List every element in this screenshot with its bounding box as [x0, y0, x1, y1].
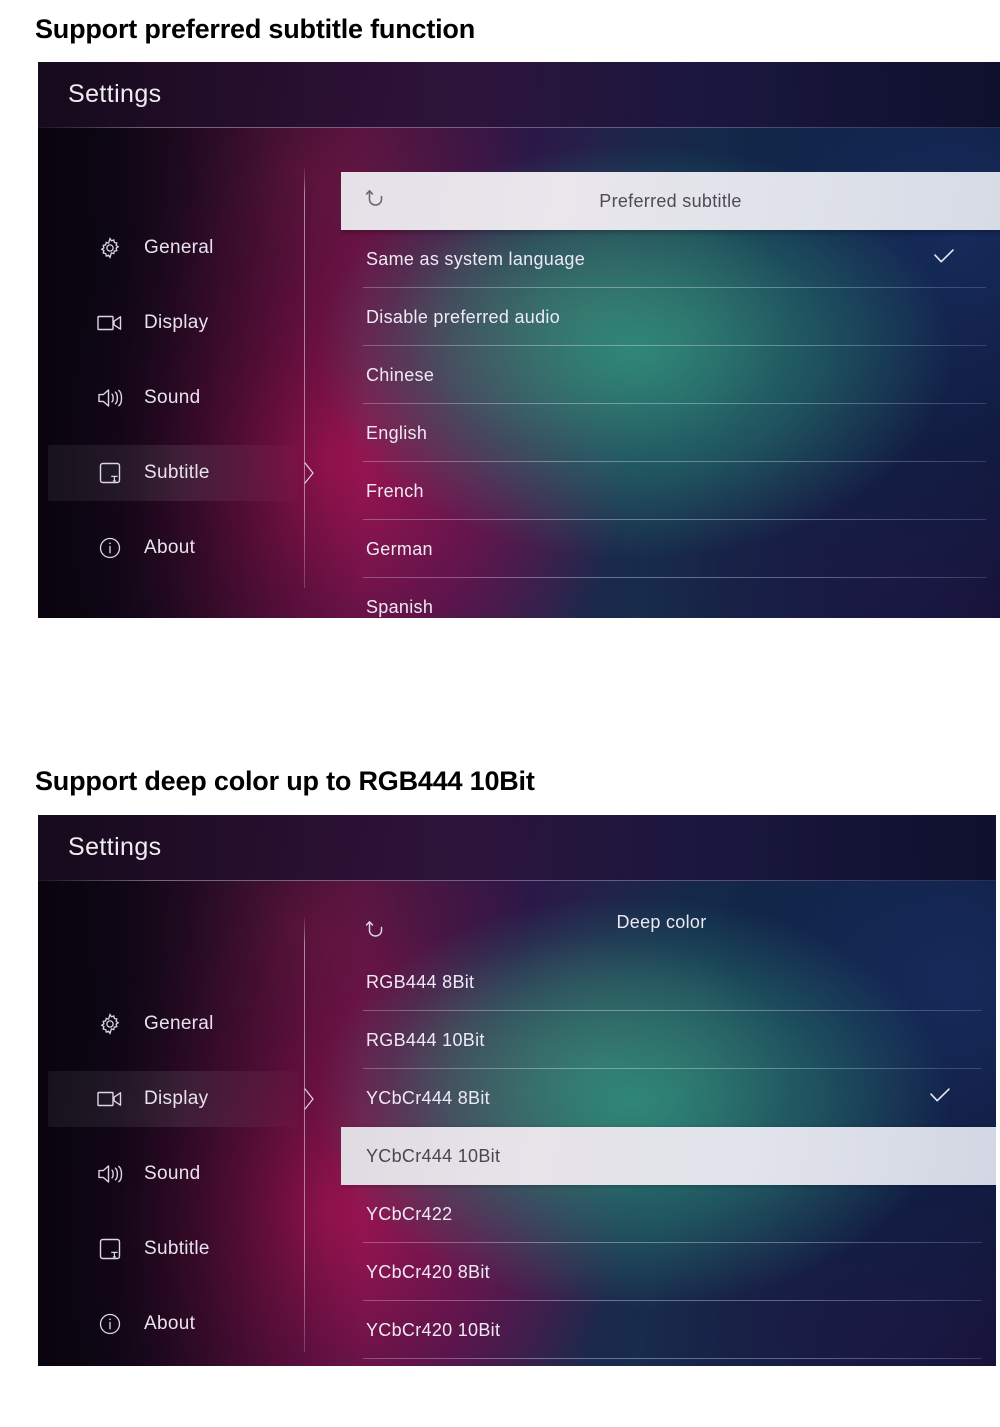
- sidebar-item-display[interactable]: Display: [48, 295, 298, 351]
- sidebar-item-subtitle[interactable]: Subtitle: [48, 445, 298, 501]
- row-divider: [363, 1358, 982, 1359]
- options-list-preferred-subtitle: Preferred subtitle Same as system langua…: [341, 172, 1000, 618]
- list-item[interactable]: RGB444 10Bit: [341, 1011, 996, 1069]
- settings-sidebar: General Display Sound Subtitle About: [38, 128, 303, 618]
- option-label: RGB444 8Bit: [366, 971, 475, 992]
- section-heading-deep-color: Support deep color up to RGB444 10Bit: [35, 766, 535, 796]
- list-item[interactable]: French: [341, 462, 1000, 520]
- sidebar-item-general[interactable]: General: [48, 996, 298, 1052]
- app-title: Settings: [68, 80, 162, 108]
- sidebar-item-display[interactable]: Display: [48, 1071, 298, 1127]
- sidebar-item-label: General: [144, 237, 214, 258]
- section-heading-subtitle: Support preferred subtitle function: [35, 14, 476, 44]
- info-icon: [90, 536, 130, 560]
- sidebar-item-label: General: [144, 1013, 214, 1034]
- sidebar-item-label: Sound: [144, 387, 201, 408]
- list-item[interactable]: YCbCr444 10Bit: [341, 1127, 996, 1185]
- sidebar-item-label: Display: [144, 1088, 209, 1109]
- settings-screenshot-deep-color: Settings General Display Sound Subtitle …: [38, 815, 996, 1366]
- sidebar-divider: [304, 917, 305, 1352]
- option-label: YCbCr420 10Bit: [366, 1319, 501, 1340]
- sidebar-item-about[interactable]: About: [48, 520, 298, 576]
- option-label: RGB444 10Bit: [366, 1029, 485, 1050]
- settings-screenshot-subtitle: Settings General Display Sound Subtitle …: [38, 62, 1000, 618]
- sidebar-item-label: Sound: [144, 1163, 201, 1184]
- option-label: Same as system language: [366, 248, 586, 269]
- list-item[interactable]: English: [341, 404, 1000, 462]
- chevron-right-icon: [304, 462, 316, 484]
- list-header-bar[interactable]: Preferred subtitle: [341, 172, 1000, 230]
- list-item[interactable]: YCbCr420 8Bit: [341, 1243, 996, 1301]
- title-bar: Settings: [38, 815, 996, 881]
- chevron-right-icon: [304, 1088, 316, 1110]
- list-item[interactable]: YCbCr420 10Bit: [341, 1301, 996, 1359]
- list-header-title: Deep color: [616, 911, 707, 932]
- panel-body: General Display: [38, 881, 996, 1366]
- sidebar-item-label: Subtitle: [144, 462, 210, 483]
- check-icon: [928, 1087, 952, 1110]
- options-list-deep-color: Deep color RGB444 8Bit RGB444 10Bit YCbC…: [341, 911, 996, 1366]
- panel-body: General Display: [38, 128, 1000, 618]
- list-item[interactable]: YCbCr422: [341, 1185, 996, 1243]
- title-bar: Settings: [38, 62, 1000, 128]
- sidebar-item-sound[interactable]: Sound: [48, 1146, 298, 1202]
- list-item[interactable]: Same as system language: [341, 230, 1000, 288]
- list-item[interactable]: Disable preferred audio: [341, 288, 1000, 346]
- option-label: Disable preferred audio: [366, 306, 561, 327]
- speaker-icon: [90, 387, 130, 409]
- video-icon: [90, 313, 130, 333]
- option-label: YCbCr444 10Bit: [366, 1145, 501, 1166]
- sidebar-item-subtitle[interactable]: Subtitle: [48, 1221, 298, 1277]
- list-item[interactable]: Spanish: [341, 578, 1000, 618]
- option-label: English: [366, 422, 428, 443]
- sidebar-item-label: Display: [144, 312, 209, 333]
- option-label: Spanish: [366, 596, 434, 617]
- option-label: German: [366, 538, 433, 559]
- list-item[interactable]: Chinese: [341, 346, 1000, 404]
- sidebar-item-about[interactable]: About: [48, 1296, 298, 1352]
- subtitle-icon: [90, 461, 130, 485]
- settings-sidebar: General Display Sound Subtitle About: [38, 881, 303, 1366]
- sidebar-item-label: Subtitle: [144, 1238, 210, 1259]
- list-item[interactable]: YCbCr444 8Bit: [341, 1069, 996, 1127]
- sidebar-item-sound[interactable]: Sound: [48, 370, 298, 426]
- option-label: YCbCr420 8Bit: [366, 1261, 490, 1282]
- sidebar-item-label: About: [144, 1313, 196, 1334]
- gear-icon: [90, 1012, 130, 1036]
- subtitle-icon: [90, 1237, 130, 1261]
- app-title: Settings: [68, 833, 162, 861]
- list-header-title: Preferred subtitle: [599, 190, 742, 211]
- gear-icon: [90, 236, 130, 260]
- option-label: Chinese: [366, 364, 435, 385]
- sidebar-divider: [304, 168, 305, 588]
- speaker-icon: [90, 1163, 130, 1185]
- option-label: YCbCr444 8Bit: [366, 1087, 490, 1108]
- video-icon: [90, 1089, 130, 1109]
- list-item[interactable]: German: [341, 520, 1000, 578]
- list-item[interactable]: RGB444 8Bit: [341, 953, 996, 1011]
- sidebar-item-label: About: [144, 537, 196, 558]
- title-bar-divider: [38, 880, 996, 881]
- check-icon: [932, 248, 956, 271]
- sidebar-item-general[interactable]: General: [48, 220, 298, 276]
- option-label: French: [366, 480, 424, 501]
- list-header-bar[interactable]: Deep color: [341, 911, 996, 953]
- option-label: YCbCr422: [366, 1203, 453, 1224]
- info-icon: [90, 1312, 130, 1336]
- title-bar-divider: [38, 127, 1000, 128]
- back-arrow-icon[interactable]: [365, 188, 391, 215]
